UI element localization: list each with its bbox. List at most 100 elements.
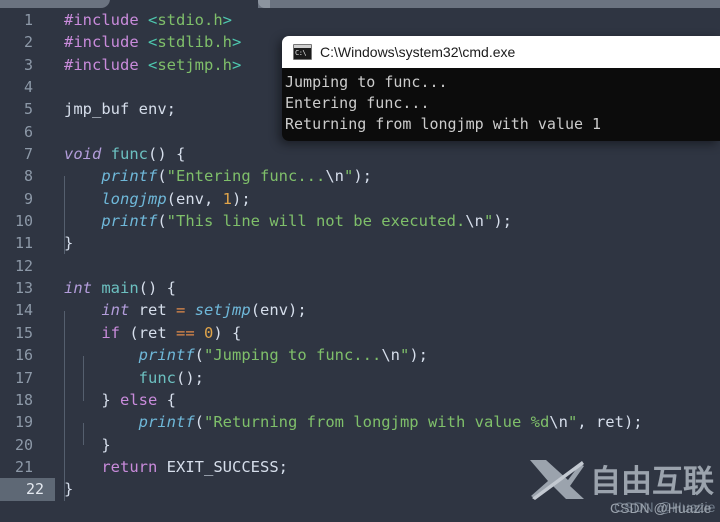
code-line[interactable]: 8 printf("Entering func...\n");: [0, 165, 720, 187]
code-line-text: int ret = setjmp(env);: [64, 299, 307, 321]
code-token: setjmp.h: [157, 55, 232, 74]
code-token: 1: [222, 189, 233, 208]
code-token: printf: [101, 167, 158, 186]
code-token: int: [101, 301, 130, 320]
line-number: 1: [23, 11, 33, 29]
code-token: setjmp: [194, 301, 251, 320]
code-token: \n: [325, 167, 344, 186]
code-token: ": [399, 346, 410, 365]
code-token: >: [232, 33, 242, 52]
line-number: 16: [14, 346, 33, 365]
code-line-text: printf("Jumping to func...\n");: [64, 344, 428, 366]
code-token: "Returning from longjmp with value %d: [204, 413, 550, 432]
code-line[interactable]: 16 printf("Jumping to func...\n");: [0, 344, 720, 366]
code-token: (: [250, 301, 261, 320]
code-line[interactable]: 1 #include <stdio.h>: [0, 9, 720, 31]
line-number: 12: [14, 256, 33, 275]
code-token: "Entering func...: [166, 167, 326, 186]
code-line-text: } else {: [64, 389, 176, 411]
cmd-icon-label: C:\: [295, 49, 307, 57]
code-line[interactable]: 22}: [0, 478, 720, 501]
code-token: () {: [148, 145, 186, 164]
code-token: ,: [577, 413, 596, 432]
code-token: void: [64, 145, 102, 164]
cmd-titlebar[interactable]: C:\ C:\Windows\system32\cmd.exe: [282, 36, 720, 68]
code-line[interactable]: 12: [0, 255, 720, 277]
code-token: func: [138, 368, 176, 387]
code-line-text: int main() {: [64, 277, 176, 299]
code-line[interactable]: 9 longjmp(env, 1);: [0, 188, 720, 210]
code-line[interactable]: 15 if (ret == 0) {: [0, 322, 720, 344]
code-token: (: [166, 189, 176, 208]
code-token: env: [260, 301, 289, 320]
code-line[interactable]: 13 int main() {: [0, 277, 720, 299]
code-token: stdlib.h: [157, 33, 232, 52]
code-token: (: [129, 323, 139, 342]
code-token: \n: [465, 212, 484, 231]
code-token: ret: [595, 413, 624, 432]
line-number: 7: [23, 145, 33, 164]
code-line-text: printf("This line will not be executed.\…: [64, 210, 512, 232]
code-line[interactable]: 10 printf("This line will not be execute…: [0, 210, 720, 232]
code-token: );: [288, 301, 307, 320]
code-token: ret: [138, 301, 167, 320]
console-output-line: Entering func...: [285, 94, 430, 112]
code-token: 0: [204, 323, 214, 342]
code-token: =: [176, 301, 186, 320]
code-token: printf: [138, 413, 195, 432]
line-number: 3: [23, 55, 33, 74]
code-token: longjmp: [101, 189, 167, 208]
line-number: 9: [23, 189, 33, 208]
code-token: #include: [64, 33, 139, 52]
code-line-text: printf("Entering func...\n");: [64, 165, 372, 187]
code-token: func: [110, 145, 148, 164]
console-output-line: Returning from longjmp with value 1: [285, 115, 602, 133]
line-number: 10: [14, 212, 33, 231]
indent-guide-main: [64, 311, 65, 501]
code-token: printf: [101, 212, 158, 231]
code-token: );: [623, 413, 643, 432]
code-token: <: [148, 33, 158, 52]
code-token: (: [194, 413, 204, 432]
code-line[interactable]: 20 }: [0, 434, 720, 456]
code-token: jmp_buf env: [64, 100, 167, 119]
code-token: env: [176, 189, 204, 208]
code-line[interactable]: 17 func();: [0, 367, 720, 389]
code-token: );: [232, 189, 251, 208]
code-line-text: printf("Returning from longjmp with valu…: [64, 411, 643, 433]
code-line[interactable]: 11}: [0, 232, 720, 254]
line-number: 21: [14, 457, 33, 476]
code-token: int: [64, 279, 92, 298]
code-token: );: [493, 212, 512, 231]
code-line[interactable]: 21 return EXIT_SUCCESS;: [0, 456, 720, 478]
code-token: }: [64, 234, 74, 253]
cmd-console-output[interactable]: Jumping to func... Entering func... Return…: [282, 68, 720, 141]
line-number: 19: [14, 413, 33, 432]
cmd-exe-window[interactable]: C:\ C:\Windows\system32\cmd.exe Jumping …: [282, 36, 720, 141]
code-line[interactable]: 7 void func() {: [0, 143, 720, 165]
code-line[interactable]: 14 int ret = setjmp(env);: [0, 299, 720, 321]
line-number: 11: [14, 234, 33, 253]
active-tab-stub[interactable]: [0, 0, 110, 8]
line-number: 15: [14, 323, 33, 342]
line-number: 5: [23, 100, 33, 119]
code-token: (: [194, 346, 204, 365]
code-line[interactable]: 19 printf("Returning from longjmp with v…: [0, 411, 720, 433]
code-token: \n: [549, 413, 568, 432]
code-token: );: [409, 346, 428, 365]
code-token: ,: [204, 189, 223, 208]
code-line[interactable]: 18 } else {: [0, 389, 720, 411]
code-token: >: [222, 11, 233, 29]
code-token: "This line will not be executed.: [166, 212, 466, 231]
